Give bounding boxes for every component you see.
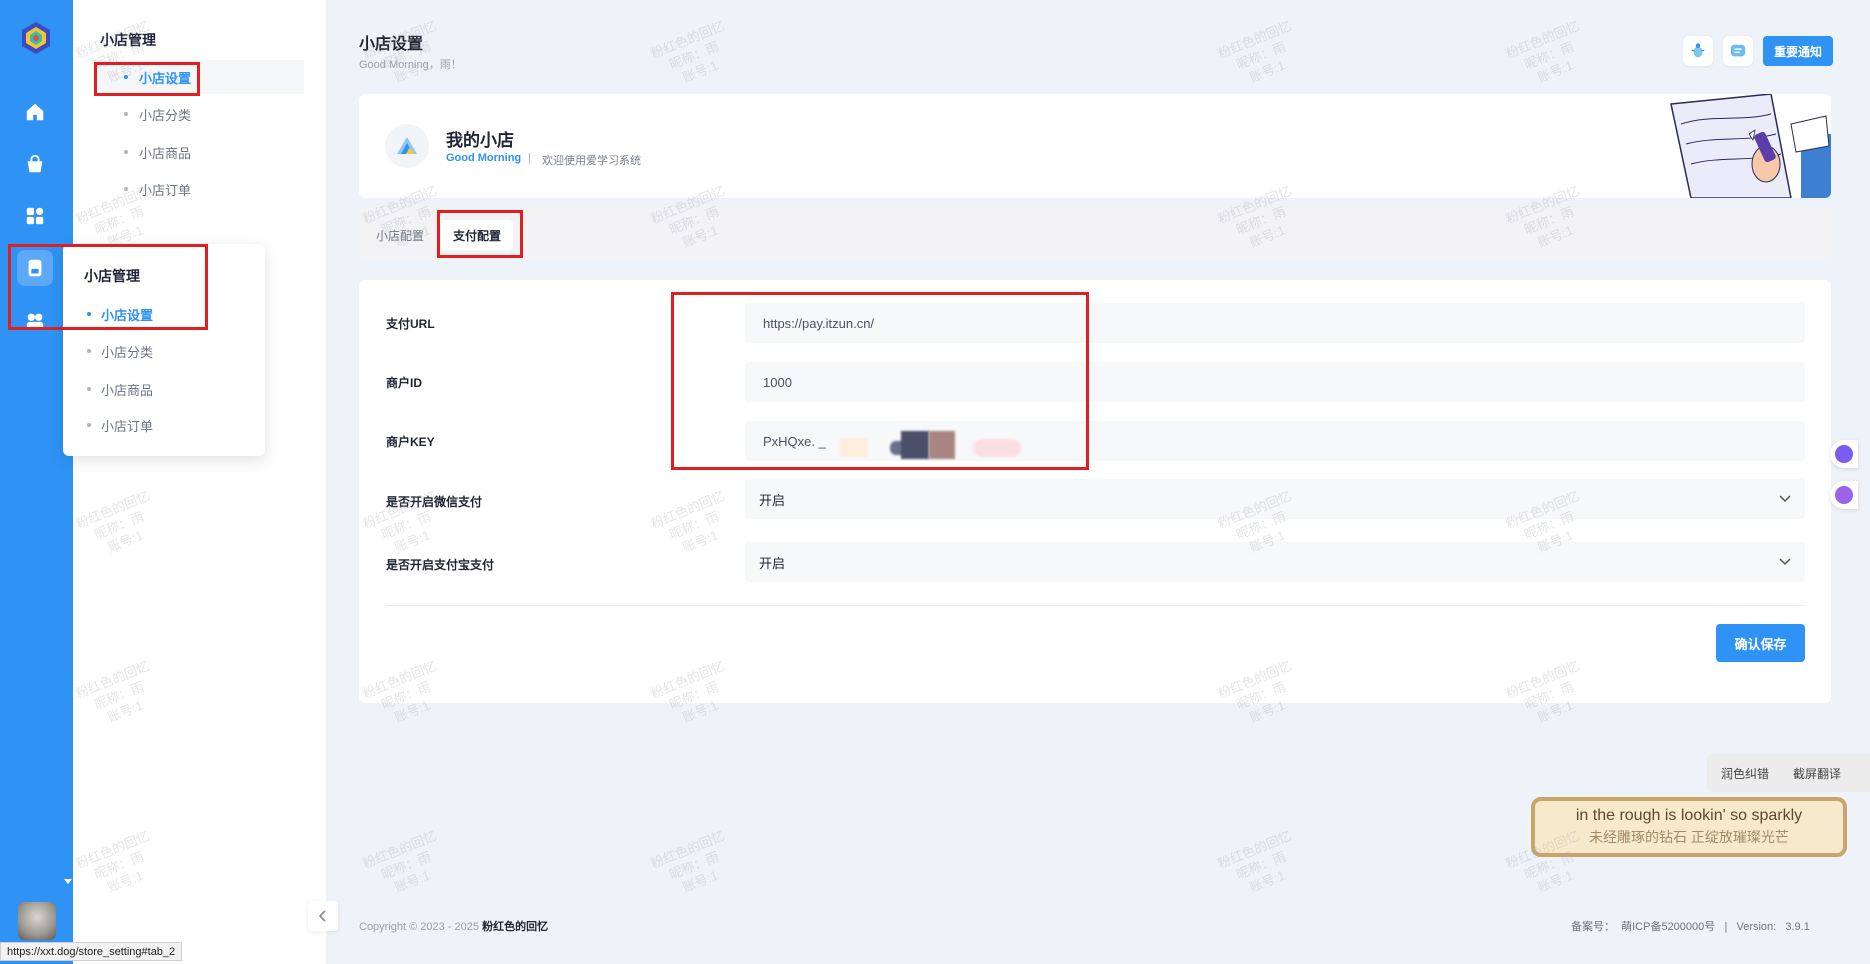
app-logo-icon[interactable] bbox=[18, 20, 54, 56]
store-banner: 我的小店 Good Morning | 欢迎使用爱学习系统 bbox=[359, 94, 1831, 198]
payment-config-form: 支付URL https://pay.itzun.cn/ 商户ID 1000 商户… bbox=[359, 280, 1831, 703]
field-label-alipay: 是否开启支付宝支付 bbox=[386, 558, 495, 572]
watermark-text: 粉红色的回忆 昵称：雨 账号:1 bbox=[1215, 18, 1294, 86]
bug-icon[interactable] bbox=[1683, 36, 1713, 66]
group-icon[interactable] bbox=[17, 302, 53, 338]
alipay-select[interactable]: 开启 bbox=[745, 542, 1805, 582]
submenu-panel: 小店管理 小店设置 小店分类 小店商品 小店订单 bbox=[73, 0, 326, 964]
tab-store-config[interactable]: 小店配置 bbox=[373, 220, 427, 250]
submenu-item-store-goods[interactable]: 小店商品 bbox=[95, 135, 377, 169]
flyout-title: 小店管理 bbox=[84, 268, 140, 284]
home-icon[interactable] bbox=[17, 94, 53, 130]
field-label-merchant-key: 商户KEY bbox=[386, 435, 435, 449]
merchant-key-input[interactable]: PxHQxe. _ bbox=[745, 421, 1805, 461]
field-label-merchant-id: 商户ID bbox=[386, 376, 423, 390]
avatar[interactable] bbox=[18, 902, 56, 940]
watermark-text: 粉红色的回忆 昵称：雨 账号:1 bbox=[360, 828, 439, 896]
redaction-blur bbox=[929, 431, 955, 459]
copyright-owner: 粉红色的回忆 bbox=[482, 921, 549, 933]
confirm-save-button[interactable]: 确认保存 bbox=[1716, 624, 1805, 662]
flyout-item-store-category[interactable]: 小店分类 bbox=[85, 342, 153, 361]
message-icon[interactable] bbox=[1723, 36, 1753, 66]
redaction-blur bbox=[840, 439, 868, 457]
store-logo-icon bbox=[385, 124, 429, 168]
flyout-item-store-orders[interactable]: 小店订单 bbox=[85, 416, 153, 435]
chevron-left-icon bbox=[318, 910, 326, 922]
field-label-pay-url: 支付URL bbox=[386, 317, 435, 331]
robot-icon bbox=[1835, 486, 1853, 504]
store-separator: | bbox=[528, 152, 531, 164]
apps-icon[interactable] bbox=[17, 198, 53, 234]
bag-icon[interactable] bbox=[17, 146, 53, 182]
field-label-wechat-pay: 是否开启微信支付 bbox=[386, 495, 483, 509]
store-greeting: Good Morning bbox=[446, 152, 522, 164]
redaction-blur bbox=[901, 431, 929, 459]
scroll-down-icon[interactable] bbox=[64, 872, 72, 884]
footer-copyright: Copyright © 2023 - 2025 粉红色的回忆 bbox=[359, 918, 548, 934]
merchant-id-input[interactable]: 1000 bbox=[745, 362, 1805, 402]
watermark-text: 粉红色的回忆 昵称：雨 账号:1 bbox=[1215, 828, 1294, 896]
footer-beian: 备案号： 萌ICP备5200000号 | Version: 3.9.1 bbox=[1571, 921, 1810, 933]
polish-correct-button[interactable]: 润色纠错 bbox=[1721, 765, 1769, 782]
wechat-pay-select[interactable]: 开启 bbox=[745, 479, 1805, 519]
pay-url-input[interactable]: https://pay.itzun.cn/ bbox=[745, 303, 1805, 343]
form-divider bbox=[386, 605, 1805, 606]
translate-toolbar: 润色纠错 截屏翻译 bbox=[1707, 754, 1870, 792]
alipay-value: 开启 bbox=[759, 555, 786, 571]
float-chat-button[interactable] bbox=[1830, 440, 1858, 468]
nav-flyout-menu: 小店管理 小店设置 小店分类 小店商品 小店订单 bbox=[63, 244, 265, 456]
collapse-sidebar-button[interactable] bbox=[308, 901, 338, 931]
banner-illustration bbox=[1651, 94, 1831, 198]
tab-payment-config[interactable]: 支付配置 bbox=[441, 220, 513, 250]
submenu-title: 小店管理 bbox=[100, 32, 156, 48]
watermark-text: 粉红色的回忆 昵称：雨 账号:1 bbox=[648, 18, 727, 86]
status-bar-url: https://xxt.dog/store_setting#tab_2 bbox=[0, 942, 183, 961]
lyric-chinese: 未经雕琢的钻石 正绽放璀璨光芒 bbox=[1589, 829, 1789, 845]
store-icon[interactable] bbox=[17, 250, 53, 286]
flyout-item-store-goods[interactable]: 小店商品 bbox=[85, 380, 153, 399]
flyout-item-store-settings[interactable]: 小店设置 bbox=[85, 305, 153, 324]
merchant-key-value: PxHQxe. _ bbox=[763, 433, 826, 449]
watermark-text: 粉红色的回忆 昵称：雨 账号:1 bbox=[648, 828, 727, 896]
page-subtitle: Good Morning，雨！ bbox=[359, 59, 462, 71]
chevron-down-icon bbox=[1779, 495, 1791, 503]
store-name: 我的小店 bbox=[446, 131, 514, 150]
chat-bubble-icon bbox=[1835, 445, 1853, 463]
watermark-text: 粉红色的回忆 昵称：雨 账号:1 bbox=[1503, 18, 1582, 86]
settings-tabs: 小店配置 支付配置 bbox=[359, 208, 1831, 260]
lyric-english: in the rough is lookin' so sparkly bbox=[1575, 807, 1803, 824]
submenu-item-store-settings[interactable]: 小店设置 bbox=[95, 60, 304, 94]
important-notice-button[interactable]: 重要通知 bbox=[1763, 36, 1833, 66]
wechat-pay-value: 开启 bbox=[759, 492, 786, 508]
store-welcome-text: 欢迎使用爱学习系统 bbox=[542, 155, 641, 167]
lyrics-overlay: in the rough is lookin' so sparkly 未经雕琢的… bbox=[1531, 797, 1847, 857]
copyright-text: Copyright © 2023 - 2025 bbox=[359, 921, 480, 933]
float-robot-button[interactable] bbox=[1830, 481, 1858, 509]
redaction-blur bbox=[973, 439, 1021, 457]
nav-rail bbox=[0, 0, 73, 964]
chevron-down-icon bbox=[1779, 558, 1791, 566]
screenshot-translate-button[interactable]: 截屏翻译 bbox=[1793, 765, 1841, 782]
submenu-item-store-orders[interactable]: 小店订单 bbox=[95, 172, 377, 206]
submenu-item-store-category[interactable]: 小店分类 bbox=[95, 97, 377, 131]
page-title: 小店设置 bbox=[359, 36, 424, 53]
